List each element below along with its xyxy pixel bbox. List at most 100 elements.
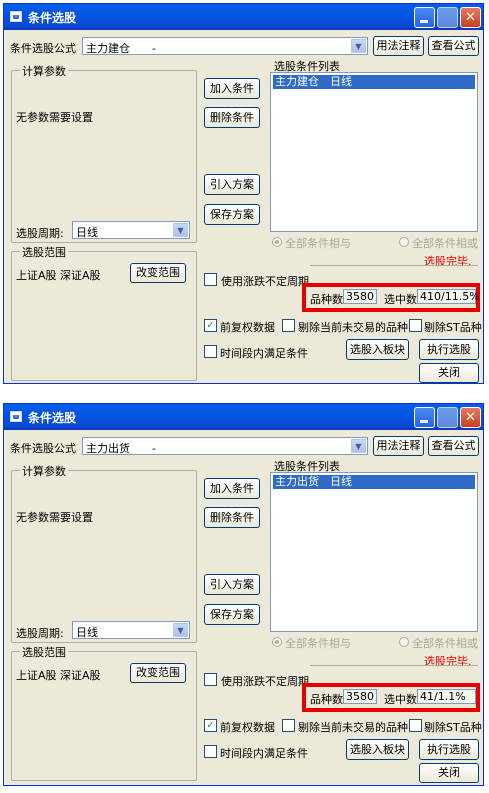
period-select[interactable]: 日线 ▼ <box>72 221 190 239</box>
close-button[interactable]: 关闭 <box>419 363 479 383</box>
app-icon <box>10 11 22 22</box>
period-satisfy-label: 时间段内满足条件 <box>220 747 308 760</box>
period-select[interactable]: 日线 ▼ <box>72 621 190 639</box>
condition-list[interactable]: 主力建仓 日线 <box>270 72 478 232</box>
save-plan-button[interactable]: 保存方案 <box>204 604 260 625</box>
close-button[interactable]: 关闭 <box>419 763 479 783</box>
use-period-label: 使用涨跌不定周期 <box>221 275 309 288</box>
period-satisfy-checkbox[interactable] <box>204 745 217 758</box>
change-range-button[interactable]: 改变范围 <box>130 263 186 283</box>
add-condition-button[interactable]: 加入条件 <box>204 478 260 499</box>
view-formula-button[interactable]: 查看公式 <box>428 436 479 456</box>
condition-list-item[interactable]: 主力出货 日线 <box>273 475 475 489</box>
minimize-button[interactable] <box>414 407 435 428</box>
range-text: 上证A股 深证A股 <box>16 269 101 282</box>
execute-button[interactable]: 执行选股 <box>419 339 479 360</box>
params-group-title: 计算参数 <box>20 463 68 479</box>
radio-and-label: 全部条件相与 <box>285 237 351 250</box>
pre-adjust-checkbox[interactable]: ✓ <box>204 719 217 732</box>
formula-label: 条件选股公式 <box>10 442 76 455</box>
add-condition-button[interactable]: 加入条件 <box>204 78 260 99</box>
dialog-top: 条件选股 ✕ 条件选股公式 主力建仓 - ▼ 用法注释 查看公式 计算参数 无参… <box>3 3 484 384</box>
count-field: 3580 <box>343 289 377 304</box>
params-group: 计算参数 无参数需要设置 选股周期: 日线 ▼ <box>11 463 197 643</box>
select-to-block-button[interactable]: 选股入板块 <box>346 339 409 360</box>
range-text: 上证A股 深证A股 <box>16 669 101 682</box>
radio-or-label: 全部条件相或 <box>412 637 478 650</box>
close-window-button[interactable]: ✕ <box>460 407 481 428</box>
minimize-button[interactable] <box>414 7 435 28</box>
params-group: 计算参数 无参数需要设置 选股周期: 日线 ▼ <box>11 63 197 243</box>
range-group: 选股范围 上证A股 深证A股 改变范围 <box>11 644 197 781</box>
exclude-untraded-checkbox[interactable] <box>282 319 295 332</box>
selected-field: 41/1.1% <box>417 689 476 704</box>
count-label: 品种数 <box>310 293 343 306</box>
chevron-down-icon[interactable]: ▼ <box>173 223 188 237</box>
radio-or[interactable] <box>399 237 409 247</box>
range-group: 选股范围 上证A股 深证A股 改变范围 <box>11 244 197 381</box>
pre-adjust-label: 前复权数据 <box>220 721 275 734</box>
period-select-value: 日线 <box>76 226 98 239</box>
pre-adjust-checkbox[interactable]: ✓ <box>204 319 217 332</box>
window-title: 条件选股 <box>28 11 77 25</box>
exclude-untraded-label: 剔除当前未交易的品种 <box>298 321 408 334</box>
usage-notes-button[interactable]: 用法注释 <box>373 36 424 56</box>
formula-select-value: 主力建仓 - <box>86 42 156 55</box>
formula-select[interactable]: 主力出货 - ▼ <box>82 437 368 455</box>
title-bar[interactable]: 条件选股 ✕ <box>4 4 483 30</box>
radio-or[interactable] <box>399 637 409 647</box>
status-text: 选股完毕. <box>424 655 472 668</box>
formula-select-value: 主力出货 - <box>86 442 156 455</box>
use-period-checkbox[interactable] <box>204 273 217 286</box>
count-field: 3580 <box>343 689 377 704</box>
period-satisfy-checkbox[interactable] <box>204 345 217 358</box>
delete-condition-button[interactable]: 删除条件 <box>204 107 260 128</box>
formula-label: 条件选股公式 <box>10 42 76 55</box>
exclude-st-checkbox[interactable] <box>409 319 422 332</box>
view-formula-button[interactable]: 查看公式 <box>428 36 479 56</box>
status-text: 选股完毕. <box>424 255 472 268</box>
execute-button[interactable]: 执行选股 <box>419 739 479 760</box>
save-plan-button[interactable]: 保存方案 <box>204 204 260 225</box>
exclude-st-checkbox[interactable] <box>409 719 422 732</box>
radio-and-label: 全部条件相与 <box>285 637 351 650</box>
radio-or-label: 全部条件相或 <box>412 237 478 250</box>
selected-label: 选中数 <box>384 693 417 706</box>
condition-list[interactable]: 主力出货 日线 <box>270 472 478 632</box>
exclude-untraded-checkbox[interactable] <box>282 719 295 732</box>
delete-condition-button[interactable]: 删除条件 <box>204 507 260 528</box>
exclude-untraded-label: 剔除当前未交易的品种 <box>298 721 408 734</box>
import-plan-button[interactable]: 引入方案 <box>204 174 260 195</box>
chevron-down-icon[interactable]: ▼ <box>351 439 366 453</box>
chevron-down-icon[interactable]: ▼ <box>351 39 366 53</box>
divider <box>310 265 478 266</box>
params-text: 无参数需要设置 <box>16 511 93 524</box>
close-window-button[interactable]: ✕ <box>460 7 481 28</box>
period-select-value: 日线 <box>76 626 98 639</box>
condition-list-item[interactable]: 主力建仓 日线 <box>273 75 475 89</box>
chevron-down-icon[interactable]: ▼ <box>173 623 188 637</box>
range-group-title: 选股范围 <box>20 644 68 660</box>
exclude-st-label: 剔除ST品种 <box>424 321 482 334</box>
radio-and[interactable] <box>272 237 282 247</box>
formula-select[interactable]: 主力建仓 - ▼ <box>82 37 368 55</box>
import-plan-button[interactable]: 引入方案 <box>204 574 260 595</box>
window-title: 条件选股 <box>28 411 77 425</box>
selected-field: 410/11.5% <box>417 289 480 304</box>
use-period-checkbox[interactable] <box>204 673 217 686</box>
pre-adjust-label: 前复权数据 <box>220 321 275 334</box>
use-period-label: 使用涨跌不定周期 <box>221 675 309 688</box>
change-range-button[interactable]: 改变范围 <box>130 663 186 683</box>
title-bar[interactable]: 条件选股 ✕ <box>4 404 483 430</box>
select-to-block-button[interactable]: 选股入板块 <box>346 739 409 760</box>
maximize-button <box>437 7 458 28</box>
period-label: 选股周期: <box>16 627 64 640</box>
period-satisfy-label: 时间段内满足条件 <box>220 347 308 360</box>
usage-notes-button[interactable]: 用法注释 <box>373 436 424 456</box>
period-label: 选股周期: <box>16 227 64 240</box>
radio-and[interactable] <box>272 637 282 647</box>
params-group-title: 计算参数 <box>20 63 68 79</box>
dialog-bottom: 条件选股 ✕ 条件选股公式 主力出货 - ▼ 用法注释 查看公式 计算参数 无参… <box>3 403 484 786</box>
maximize-button <box>437 407 458 428</box>
selected-label: 选中数 <box>384 293 417 306</box>
